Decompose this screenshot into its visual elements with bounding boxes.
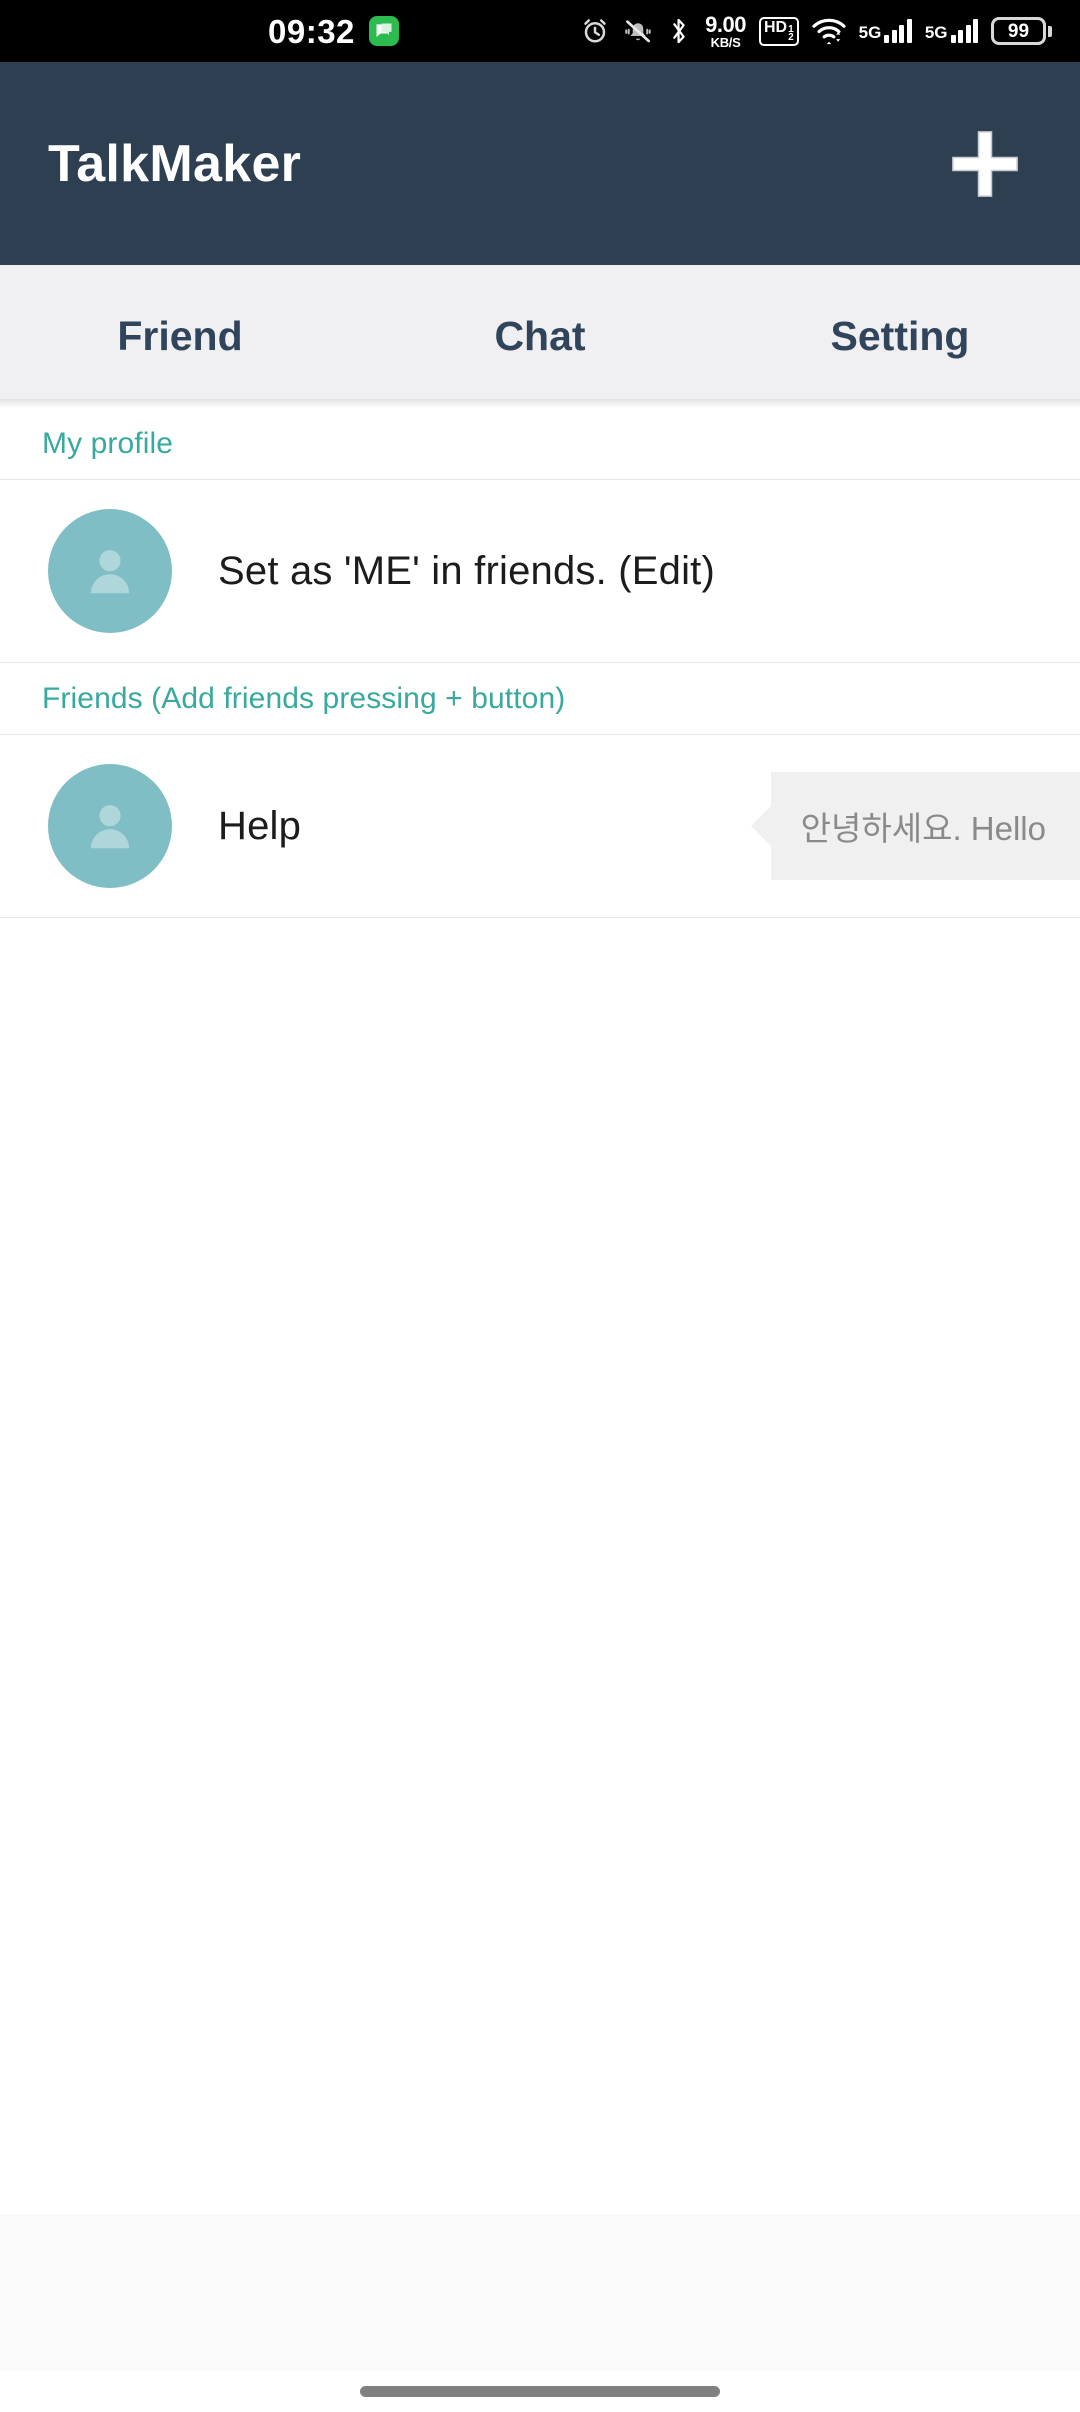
tab-bar: Friend Chat Setting: [0, 265, 1080, 408]
section-header-friends: Friends (Add friends pressing + button): [0, 663, 1080, 735]
app-bar: TalkMaker: [0, 62, 1080, 265]
tab-friend-label: Friend: [117, 313, 243, 359]
battery-cap: [1048, 25, 1052, 37]
list-item-friend-help[interactable]: Help 안녕하세요. Hello: [0, 735, 1080, 918]
tab-setting[interactable]: Setting: [720, 265, 1080, 408]
plus-icon: [952, 130, 1018, 197]
list-item-label: Set as 'ME' in friends. (Edit): [218, 548, 715, 593]
network-speed-value: 9.00: [705, 11, 746, 37]
hd-badge-text: HD: [763, 18, 788, 36]
status-message-bubble: 안녕하세요. Hello: [770, 772, 1080, 880]
avatar: [48, 509, 172, 633]
list-item-my-profile[interactable]: Set as 'ME' in friends. (Edit): [0, 480, 1080, 663]
battery-level-text: 99: [1007, 20, 1030, 42]
bluetooth-icon: [666, 16, 692, 46]
hd-voice-badge: HD 1 2: [758, 16, 799, 46]
gesture-handle[interactable]: [360, 2386, 720, 2397]
tab-setting-label: Setting: [830, 313, 970, 359]
sim1-network-label: 5G: [858, 23, 882, 42]
status-bar: 09:32 9.00 KB/S HD 1 2 5G 5G 99: [0, 0, 1080, 62]
bottom-banner-area: [0, 2214, 1080, 2371]
sim1-signal-bars: [884, 19, 912, 43]
sim2-signal-bars: [950, 19, 978, 43]
alarm-icon: [580, 16, 610, 46]
message-icon: [368, 16, 399, 46]
list-item-label: Help: [218, 803, 302, 848]
status-clock: 09:32: [268, 12, 355, 50]
status-bar-right: 9.00 KB/S HD 1 2 5G 5G 99: [580, 11, 1052, 50]
person-icon: [90, 805, 130, 849]
sim1-signal-indicator: 5G: [859, 19, 912, 43]
bell-muted-icon: [623, 16, 653, 46]
sim2-signal-indicator: 5G: [925, 19, 978, 43]
tab-chat[interactable]: Chat: [360, 265, 720, 408]
add-friend-button[interactable]: [930, 109, 1040, 219]
section-header-my-profile-label: My profile: [42, 426, 174, 460]
hd-badge-sub: 2: [788, 32, 794, 43]
tab-friend[interactable]: Friend: [0, 265, 360, 408]
sim2-network-label: 5G: [924, 23, 948, 42]
page-title: TalkMaker: [48, 134, 302, 193]
phone-screen: 09:32 9.00 KB/S HD 1 2 5G 5G 99 TalkMake…: [0, 0, 1080, 2412]
status-bar-left: 09:32: [268, 15, 399, 48]
wifi-icon: [812, 16, 846, 46]
section-header-friends-label: Friends (Add friends pressing + button): [42, 681, 566, 715]
tab-bar-shadow: [0, 399, 1080, 408]
network-speed-indicator: 9.00 KB/S: [705, 11, 746, 50]
section-header-my-profile: My profile: [0, 408, 1080, 480]
person-icon: [90, 550, 130, 594]
battery-indicator: 99: [991, 17, 1052, 45]
avatar: [48, 764, 172, 888]
friend-list: My profile Set as 'ME' in friends. (Edit…: [0, 408, 1080, 918]
tab-chat-label: Chat: [494, 313, 586, 359]
system-navigation-bar: [0, 2371, 1080, 2412]
network-speed-unit: KB/S: [710, 34, 741, 50]
